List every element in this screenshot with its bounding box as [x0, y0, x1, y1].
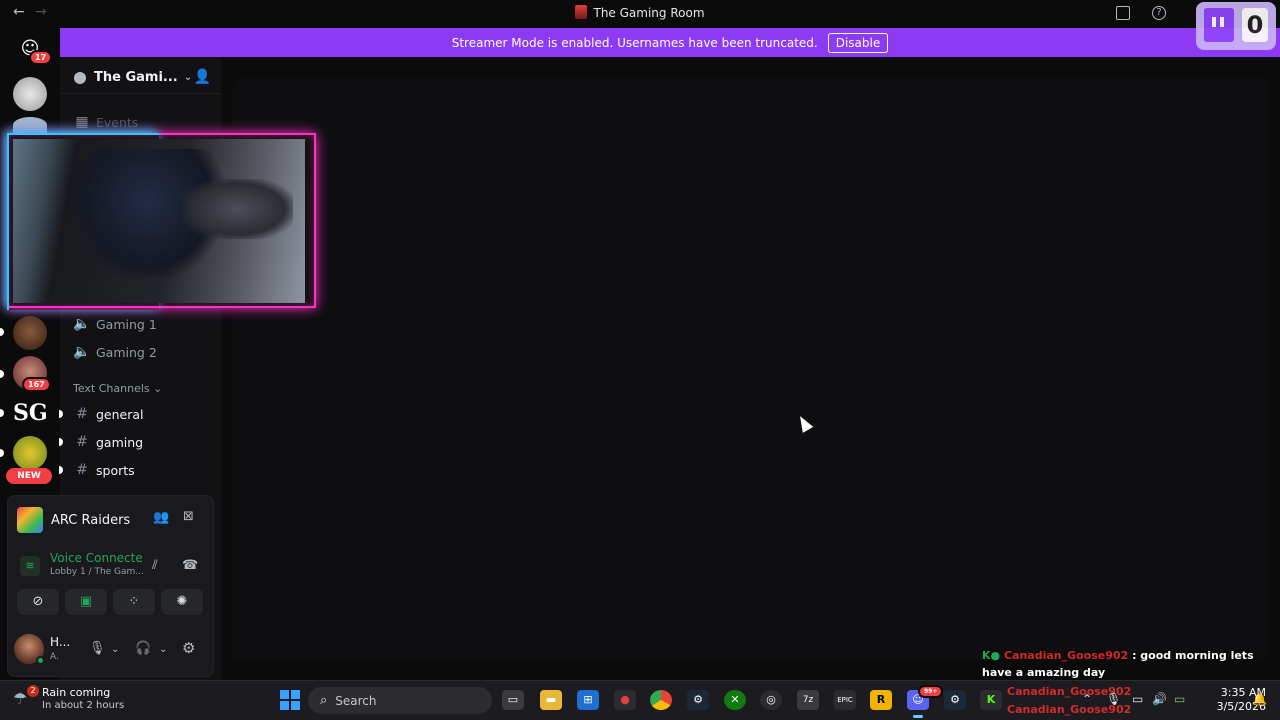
close-activity-icon[interactable]: ⊠ — [183, 509, 194, 524]
calendar-icon: ▦ — [75, 114, 89, 130]
server-icon-2[interactable] — [13, 117, 47, 133]
home-badge: 17 — [29, 50, 53, 65]
online-status-dot — [36, 656, 45, 665]
username[interactable]: H... — [50, 635, 70, 649]
speaker-icon: 🔈 — [73, 344, 91, 360]
streamer-mode-banner: Streamer Mode is enabled. Usernames have… — [60, 28, 1280, 57]
webcam-overlay — [7, 133, 316, 310]
voice-channel-gaming-2[interactable]: 🔈 Gaming 2 — [73, 344, 157, 360]
display-icon[interactable]: ▭ — [1132, 692, 1143, 706]
soundboard-button[interactable]: ✺ — [161, 589, 203, 615]
chat-badge-icon: K● — [982, 649, 1001, 662]
text-channel-general[interactable]: # general — [73, 406, 143, 422]
settings-gear-icon[interactable]: ⚙ — [182, 639, 195, 657]
server-name: The Gami... — [94, 70, 178, 85]
chevron-down-icon: ⌄ — [183, 72, 193, 83]
obs-icon[interactable]: ◎ — [760, 690, 782, 710]
arc-raiders-icon — [17, 507, 43, 533]
weather-subtitle[interactable]: In about 2 hours — [42, 700, 124, 711]
add-member-icon[interactable]: 👤 — [194, 69, 211, 85]
chrome-icon[interactable] — [650, 690, 672, 710]
microphone-icon[interactable]: 🎙 — [89, 641, 106, 656]
steam-icon[interactable]: ⚙ — [687, 690, 709, 710]
xbox-icon[interactable]: ✕ — [724, 690, 746, 710]
task-view-icon[interactable]: ▭ — [502, 690, 524, 710]
window-title: The Gaming Room — [0, 5, 1280, 20]
hash-icon: # — [76, 434, 88, 450]
rockstar-icon[interactable]: R — [870, 690, 892, 710]
hash-icon: # — [76, 406, 88, 422]
speaker-icon: 🔈 — [73, 316, 91, 332]
noise-suppression-icon[interactable]: ⫽ — [152, 558, 158, 573]
headphones-icon[interactable]: 🎧 — [135, 641, 151, 656]
server-icon-3[interactable] — [13, 316, 47, 350]
active-app-indicator — [913, 715, 923, 718]
activity-row[interactable]: ARC Raiders — [17, 507, 130, 533]
taskbar-search[interactable]: ⌕ Search — [308, 687, 492, 714]
weather-badge: 2 — [27, 685, 39, 697]
voice-channel-gaming-1[interactable]: 🔈 Gaming 1 — [73, 316, 157, 332]
server-icon — [575, 5, 588, 19]
battery-icon[interactable]: ▭ — [1174, 692, 1185, 706]
text-channel-sports[interactable]: # sports — [73, 462, 135, 478]
file-explorer-icon[interactable]: ▬ — [540, 690, 562, 710]
inbox-icon[interactable] — [1116, 6, 1130, 20]
chevron-up-icon[interactable]: ⌃ — [1082, 692, 1092, 706]
windows-start-icon[interactable] — [280, 690, 300, 710]
signal-icon: ≋ — [20, 556, 40, 576]
stream-chat-message: K● Canadian_Goose902 : good morning lets… — [982, 647, 1272, 681]
user-status: A. — [50, 652, 59, 662]
camera-off-button[interactable]: ⊘ — [17, 589, 59, 615]
voice-connected-status[interactable]: Voice Connecte — [50, 551, 143, 565]
chat-username: Canadian_Goose902 — [1003, 649, 1129, 662]
twitch-viewer-count: 0 — [1242, 8, 1268, 42]
screen-share-button[interactable]: ▣ — [65, 589, 107, 615]
twitch-overlay: 0 — [1196, 2, 1276, 50]
notifications-icon[interactable]: 🔔 — [1252, 692, 1267, 706]
steam-icon-2[interactable]: ⚙ — [944, 690, 966, 710]
disable-streamer-mode-button[interactable]: Disable — [827, 32, 889, 53]
voice-location[interactable]: Lobby 1 / The Gam... — [50, 567, 144, 577]
recording-app-icon[interactable]: ● — [614, 690, 636, 710]
microsoft-store-icon[interactable]: ⊞ — [577, 690, 599, 710]
microphone-icon[interactable]: 🎙 — [1106, 692, 1121, 706]
discord-badge: 99+ — [918, 685, 944, 698]
server-header[interactable]: The Gami... ⌄ 👤 — [60, 62, 221, 94]
dm-badge: 167 — [22, 377, 51, 392]
category-text-channels[interactable]: Text Channels ⌄ — [73, 382, 162, 395]
help-icon[interactable]: ? — [1152, 6, 1166, 20]
server-badge-icon — [74, 71, 86, 84]
webcam-feed — [13, 139, 305, 303]
kick-icon[interactable]: K — [980, 690, 1002, 710]
weather-title[interactable]: Rain coming — [42, 686, 110, 699]
disconnect-icon[interactable]: ☎ — [182, 558, 198, 573]
twitch-icon — [1204, 8, 1234, 42]
search-icon: ⌕ — [320, 693, 328, 708]
volume-icon[interactable]: 🔊 — [1152, 692, 1167, 706]
new-servers-pill[interactable]: NEW — [6, 468, 52, 484]
activities-button[interactable]: ⁘ — [113, 589, 155, 615]
streamer-mode-text: Streamer Mode is enabled. Usernames have… — [451, 35, 818, 50]
events-item[interactable]: ▦ Events — [73, 114, 138, 130]
hash-icon: # — [76, 462, 88, 478]
epic-games-icon[interactable]: EPIC — [834, 690, 856, 710]
7zip-icon[interactable]: 7z — [797, 690, 819, 710]
text-channel-gaming[interactable]: # gaming — [73, 434, 143, 450]
server-icon-5[interactable] — [13, 436, 47, 470]
activity-name: ARC Raiders — [51, 512, 131, 528]
server-icon-1[interactable] — [13, 77, 47, 111]
webcam-subject-arm — [183, 179, 293, 239]
chevron-down-icon[interactable]: ⌄ — [111, 644, 119, 655]
channel-view — [233, 78, 1268, 661]
server-icon-sg[interactable]: SG — [13, 396, 48, 430]
invite-icon[interactable]: 👥 — [153, 510, 169, 525]
chevron-down-icon[interactable]: ⌄ — [159, 644, 167, 655]
